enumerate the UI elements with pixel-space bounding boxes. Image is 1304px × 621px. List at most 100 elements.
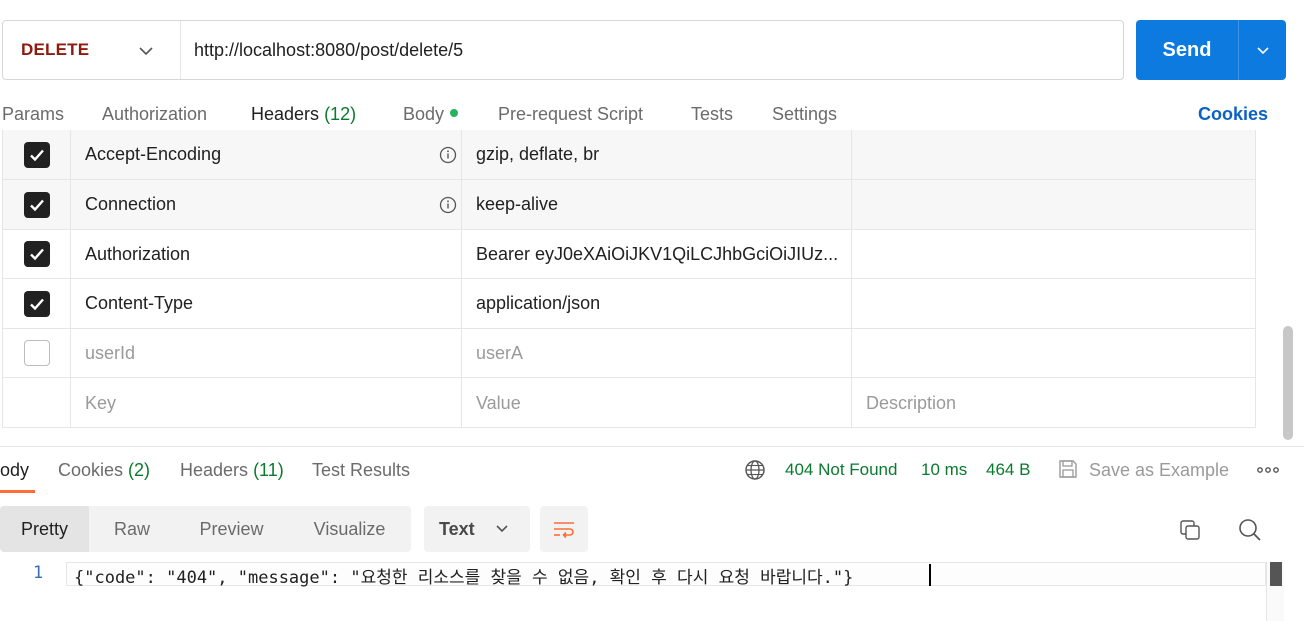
save-as-example-button[interactable]: Save as Example (1089, 460, 1229, 481)
scrollbar-thumb[interactable] (1270, 562, 1282, 586)
key-input[interactable]: Key (71, 378, 462, 427)
response-tabs: ody Cookies (2) Headers (11) Test Result… (0, 450, 1304, 496)
send-button[interactable]: Send (1136, 20, 1238, 80)
method-select[interactable]: DELETE (3, 21, 181, 79)
table-row-new: Key Value Description (3, 378, 1255, 427)
cookies-link[interactable]: Cookies (1198, 104, 1268, 125)
checkbox[interactable] (23, 340, 50, 366)
value-input[interactable]: Value (462, 378, 852, 427)
tab-response-body[interactable]: ody (0, 460, 29, 481)
tab-headers[interactable]: Headers (12) (251, 104, 356, 125)
tab-label: Cookies (58, 460, 124, 480)
header-key-text: Connection (85, 194, 177, 214)
tab-tests[interactable]: Tests (691, 104, 733, 125)
copy-icon[interactable] (1178, 518, 1202, 542)
chevron-down-icon (1256, 47, 1269, 55)
format-tabs: Pretty Raw Preview Visualize (0, 506, 411, 552)
scrollbar-thumb[interactable] (1283, 326, 1293, 440)
headers-table: Accept-Encoding gzip, deflate, br Connec… (2, 130, 1256, 428)
table-row: Accept-Encoding gzip, deflate, br (3, 130, 1255, 180)
tab-response-cookies[interactable]: Cookies (2) (58, 460, 150, 481)
more-icon[interactable] (1256, 462, 1280, 478)
description-input[interactable]: Description (852, 378, 1255, 427)
tab-test-results[interactable]: Test Results (312, 460, 410, 481)
tab-label: Body (403, 104, 445, 124)
send-button-group: Send (1136, 20, 1286, 80)
line-number: 1 (33, 563, 44, 583)
format-pretty[interactable]: Pretty (0, 506, 89, 552)
globe-icon[interactable] (744, 459, 766, 481)
url-input[interactable]: http://localhost:8080/post/delete/5 (181, 40, 463, 61)
text-cursor (929, 564, 931, 586)
tab-label: Pre-request Script (498, 104, 644, 124)
tab-label: Settings (772, 104, 838, 124)
format-visualize[interactable]: Visualize (288, 506, 411, 552)
header-value[interactable]: userA (462, 329, 852, 377)
checkbox[interactable] (23, 141, 50, 168)
chevron-down-icon (139, 47, 153, 56)
table-row: userId userA (3, 329, 1255, 378)
search-icon[interactable] (1237, 517, 1263, 543)
tab-body[interactable]: Body (403, 104, 459, 125)
header-value[interactable]: Bearer eyJ0eXAiOiJKV1QiLCJhbGciOiJIUz... (462, 230, 852, 278)
active-tab-underline (0, 490, 35, 493)
tab-response-headers[interactable]: Headers (11) (180, 460, 284, 481)
code-line[interactable]: {"code": "404", "message": "요청한 리소스를 찾을 … (74, 563, 853, 588)
checkbox[interactable] (23, 191, 50, 218)
response-body-editor[interactable]: 1 {"code": "404", "message": "요청한 리소스를 찾… (0, 560, 1270, 588)
row-checkbox-cell (3, 329, 71, 377)
row-checkbox-cell (3, 230, 71, 278)
check-icon (29, 298, 44, 310)
checkbox[interactable] (23, 290, 50, 317)
table-row: Connection keep-alive (3, 180, 1255, 230)
check-icon (29, 248, 44, 261)
header-key[interactable]: Connection (71, 180, 462, 229)
tab-label: Tests (691, 104, 734, 124)
status-badge[interactable]: 404 Not Found (785, 460, 897, 480)
tab-authorization[interactable]: Authorization (102, 104, 207, 125)
header-description[interactable] (852, 180, 1255, 229)
language-select[interactable]: Text (424, 506, 530, 552)
header-description[interactable] (852, 230, 1255, 278)
header-description[interactable] (852, 329, 1255, 377)
header-key-text: Accept-Encoding (85, 144, 222, 164)
save-icon (1059, 460, 1077, 478)
tab-settings[interactable]: Settings (772, 104, 837, 125)
header-description[interactable] (852, 279, 1255, 328)
tab-label: Params (2, 104, 65, 124)
header-key[interactable]: userId (71, 329, 462, 377)
tab-label: Headers (180, 460, 249, 480)
row-checkbox-cell (3, 279, 71, 328)
tab-label: Headers (251, 104, 320, 124)
response-time[interactable]: 10 ms (921, 460, 967, 480)
header-key[interactable]: Content-Type (71, 279, 462, 328)
row-checkbox-cell (3, 378, 71, 427)
row-checkbox-cell (3, 180, 71, 229)
header-key[interactable]: Accept-Encoding (71, 130, 462, 179)
pane-divider[interactable] (0, 446, 1304, 447)
header-value[interactable]: gzip, deflate, br (462, 130, 852, 179)
table-row: Authorization Bearer eyJ0eXAiOiJKV1QiLCJ… (3, 230, 1255, 279)
chevron-down-icon (496, 525, 508, 533)
tab-label: Authorization (102, 104, 208, 124)
info-icon[interactable] (439, 146, 457, 164)
send-options-button[interactable] (1239, 20, 1286, 80)
tab-pre-request-script[interactable]: Pre-request Script (498, 104, 643, 125)
tab-count: (2) (128, 460, 151, 480)
tab-params[interactable]: Params (2, 104, 64, 125)
check-icon (29, 199, 44, 211)
response-size[interactable]: 464 B (986, 460, 1030, 480)
header-value[interactable]: keep-alive (462, 180, 852, 229)
tab-count: (11) (253, 460, 284, 480)
info-icon[interactable] (439, 196, 457, 214)
method-label: DELETE (21, 40, 90, 59)
checkbox[interactable] (23, 241, 50, 267)
format-raw[interactable]: Raw (89, 506, 175, 552)
wrap-lines-button[interactable] (540, 506, 588, 552)
header-value[interactable]: application/json (462, 279, 852, 328)
header-description[interactable] (852, 130, 1255, 179)
format-preview[interactable]: Preview (175, 506, 288, 552)
editor-scrollbar[interactable] (1266, 562, 1284, 621)
tab-count: (12) (324, 104, 357, 124)
header-key[interactable]: Authorization (71, 230, 462, 278)
